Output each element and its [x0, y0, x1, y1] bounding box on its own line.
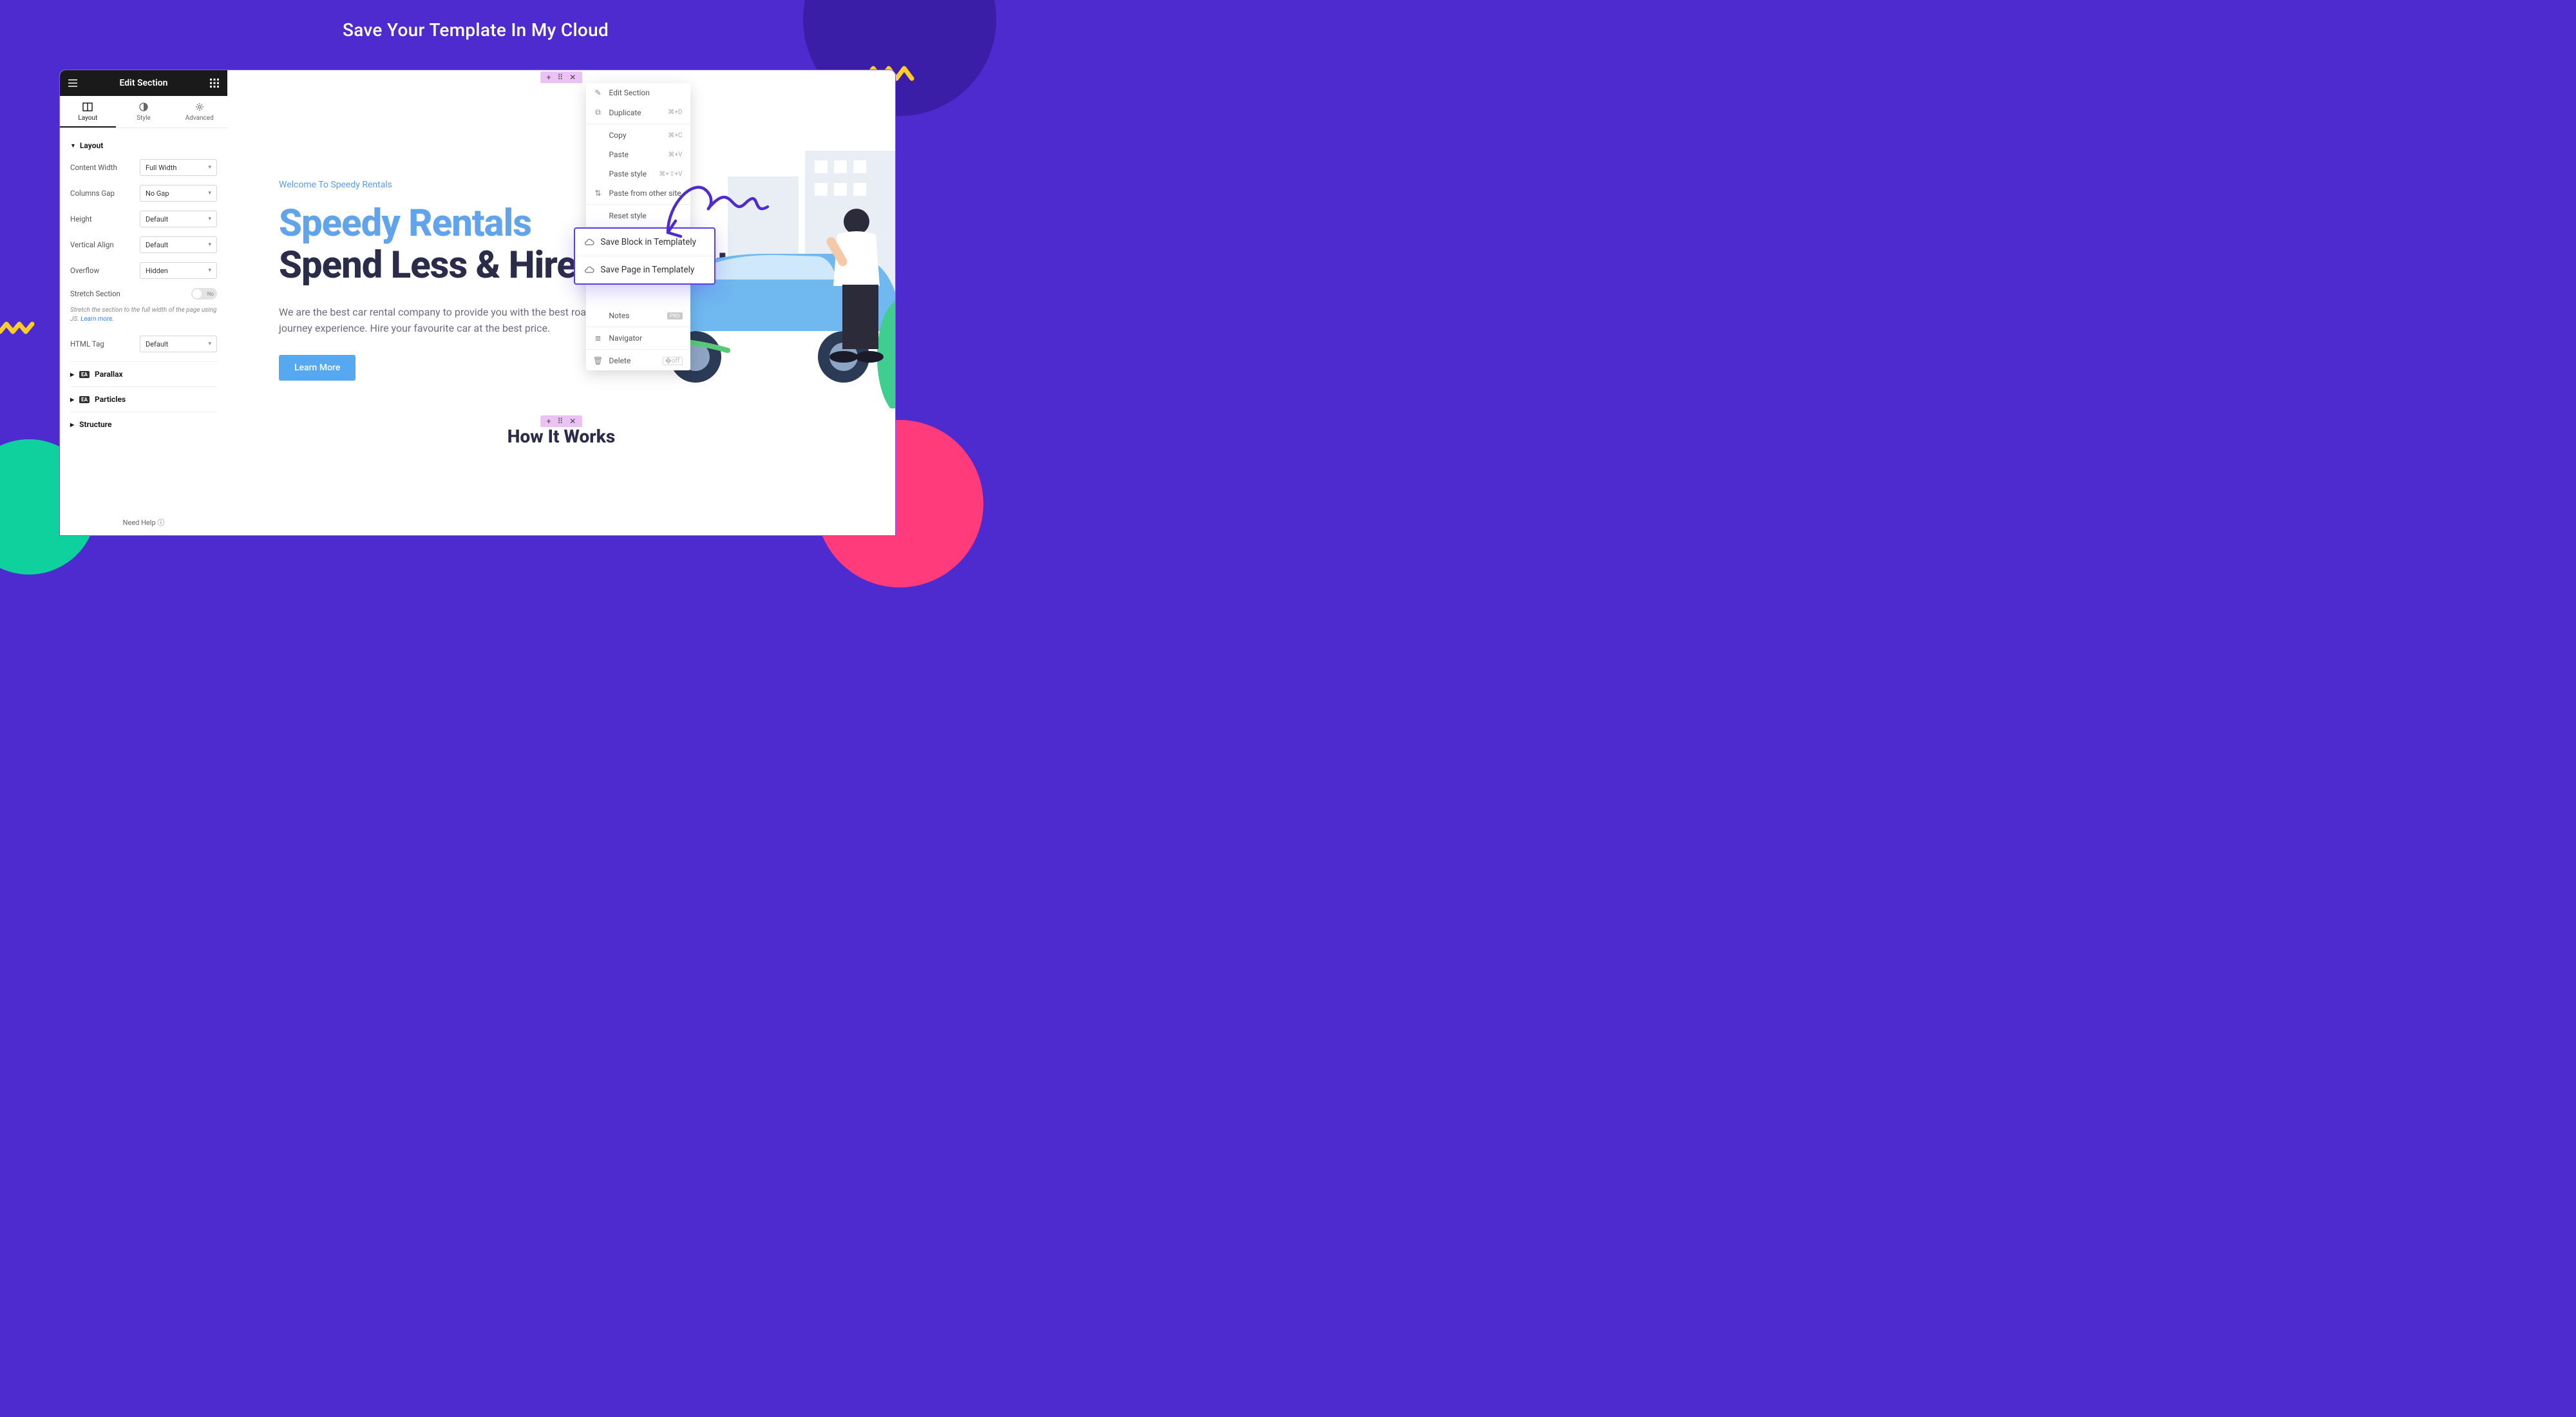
pencil-icon: ✎	[594, 88, 603, 97]
ctx-notes[interactable]: NotesPRO	[586, 306, 690, 325]
caret-right-icon: ▶	[70, 372, 74, 377]
ctx-copy[interactable]: Copy⌘+C	[586, 126, 690, 145]
editor-sidebar: Edit Section Layout Style Advanced ▼ Layo…	[60, 70, 227, 535]
tab-style[interactable]: Style	[116, 96, 172, 128]
select-html-tag[interactable]: Default ▾	[140, 336, 217, 352]
cloud-icon	[584, 266, 594, 274]
section-toggle-layout[interactable]: ▼ Layout	[70, 136, 217, 159]
help-text: Stretch the section to the full width of…	[70, 306, 217, 324]
ctx-paste[interactable]: Paste⌘+V	[586, 145, 690, 164]
ctx-edit-section[interactable]: ✎Edit Section	[586, 83, 690, 102]
section-title: Layout	[80, 141, 103, 150]
select-value: Full Width	[146, 164, 176, 172]
select-overflow[interactable]: Hidden ▾	[140, 262, 217, 279]
how-it-works-heading: How It Works	[279, 426, 844, 447]
ctx-delete[interactable]: 🗑Delete�off	[586, 351, 690, 370]
transfer-icon: ⇅	[594, 189, 603, 198]
panel-header: Edit Section	[60, 70, 227, 96]
chevron-down-icon: ▾	[208, 267, 211, 274]
field-label: Content Width	[70, 163, 140, 172]
section-handle-bottom[interactable]: + ⠿ ✕	[540, 415, 583, 427]
accordion-label: Structure	[79, 420, 111, 429]
ea-badge: EA	[79, 396, 90, 403]
accordion-label: Particles	[95, 395, 126, 404]
trash-icon: 🗑	[594, 356, 603, 365]
accordion-label: Parallax	[95, 370, 123, 379]
ea-badge: EA	[79, 371, 90, 378]
chevron-down-icon: ▾	[208, 242, 211, 248]
chevron-down-icon: ▾	[208, 341, 211, 347]
drag-handle-icon[interactable]: ⠿	[557, 417, 563, 425]
field-vertical-align: Vertical Align Default ▾	[70, 236, 217, 253]
tab-advanced[interactable]: Advanced	[171, 96, 227, 128]
learn-more-link[interactable]: Learn more.	[80, 316, 114, 323]
section-handle-top[interactable]: + ⠿ ✕	[540, 71, 583, 83]
help-icon: ⓘ	[157, 518, 164, 527]
select-vertical-align[interactable]: Default ▾	[140, 236, 217, 253]
panel-tabs: Layout Style Advanced	[60, 96, 227, 128]
accordion-particles[interactable]: ▶ EA Particles	[70, 386, 217, 412]
toggle-stretch-section[interactable]: No	[191, 288, 217, 300]
field-columns-gap: Columns Gap No Gap ▾	[70, 185, 217, 202]
field-label: Vertical Align	[70, 240, 140, 249]
add-section-icon[interactable]: +	[547, 73, 551, 81]
caret-down-icon: ▼	[70, 142, 76, 149]
page-canvas[interactable]: + ⠿ ✕	[227, 70, 895, 535]
select-value: Hidden	[146, 267, 168, 275]
close-icon[interactable]: ✕	[569, 417, 576, 425]
drag-handle-icon[interactable]: ⠿	[557, 73, 563, 81]
save-page-templately[interactable]: Save Page in Templately	[575, 256, 714, 283]
tab-label: Advanced	[185, 115, 214, 122]
cloud-icon	[584, 238, 594, 246]
close-icon[interactable]: ✕	[569, 73, 576, 81]
tab-label: Style	[137, 115, 151, 122]
field-label: Overflow	[70, 266, 140, 275]
ctx-duplicate[interactable]: ⧉Duplicate⌘+D	[586, 102, 690, 122]
select-content-width[interactable]: Full Width ▾	[140, 159, 217, 176]
delete-key-icon: �off	[663, 357, 683, 365]
tab-layout[interactable]: Layout	[60, 96, 116, 128]
select-height[interactable]: Default ▾	[140, 211, 217, 227]
field-stretch-section: Stretch Section No	[70, 288, 217, 300]
field-label: Height	[70, 214, 140, 223]
caret-right-icon: ▶	[70, 397, 74, 403]
select-value: No Gap	[146, 189, 169, 198]
app-frame: Edit Section Layout Style Advanced ▼ Layo…	[59, 70, 896, 536]
field-content-width: Content Width Full Width ▾	[70, 159, 217, 176]
field-label: HTML Tag	[70, 339, 140, 348]
menu-icon[interactable]	[66, 77, 79, 90]
select-columns-gap[interactable]: No Gap ▾	[140, 185, 217, 202]
chevron-down-icon: ▾	[208, 164, 211, 171]
select-value: Default	[146, 215, 168, 223]
layers-icon: ≣	[594, 334, 603, 343]
chevron-down-icon: ▾	[208, 190, 211, 196]
annotation-arrow-icon	[661, 171, 784, 242]
add-section-icon[interactable]: +	[547, 417, 551, 425]
caret-right-icon: ▶	[70, 422, 74, 428]
pro-badge: PRO	[667, 312, 682, 319]
learn-more-button[interactable]: Learn More	[279, 355, 355, 381]
field-html-tag: HTML Tag Default ▾	[70, 336, 217, 352]
field-overflow: Overflow Hidden ▾	[70, 262, 217, 279]
grid-icon[interactable]	[208, 77, 221, 90]
field-label: Stretch Section	[70, 289, 191, 298]
panel-title: Edit Section	[120, 78, 168, 88]
field-height: Height Default ▾	[70, 211, 217, 227]
select-value: Default	[146, 241, 168, 249]
accordion-structure[interactable]: ▶ Structure	[70, 412, 217, 437]
toggle-value: No	[207, 291, 214, 297]
copy-icon: ⧉	[594, 108, 603, 117]
select-value: Default	[146, 340, 168, 348]
hero-paragraph: We are the best car rental company to pr…	[279, 305, 607, 337]
ctx-navigator[interactable]: ≣Navigator	[586, 328, 690, 348]
need-help-link[interactable]: Need Help ⓘ	[60, 509, 227, 535]
chevron-down-icon: ▾	[208, 216, 211, 222]
zigzag-icon	[0, 319, 37, 338]
tab-label: Layout	[78, 115, 97, 122]
accordion-parallax[interactable]: ▶ EA Parallax	[70, 361, 217, 386]
field-label: Columns Gap	[70, 189, 140, 198]
